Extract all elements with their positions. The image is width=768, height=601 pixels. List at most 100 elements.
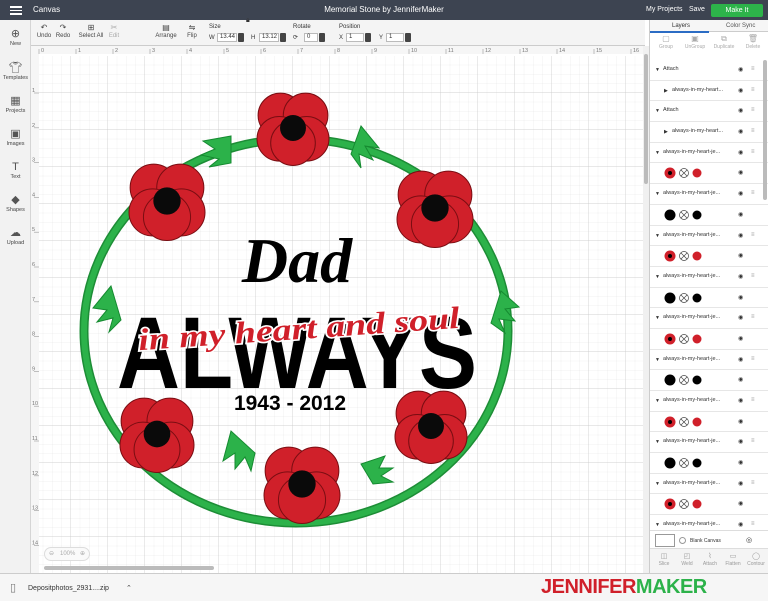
drag-handle-icon[interactable]: ≡	[751, 149, 755, 155]
group-button[interactable]: ▢ Group	[652, 34, 680, 50]
width-field[interactable]: 13.44	[217, 33, 237, 42]
eye-icon[interactable]: ◉	[738, 521, 743, 528]
drag-handle-icon[interactable]: ≡	[751, 87, 755, 93]
slice-button[interactable]: ◫ Slice	[653, 552, 675, 567]
zoom-in-icon[interactable]: ⊕	[80, 550, 85, 557]
chevron-down-icon[interactable]: ▼	[655, 481, 660, 487]
chevron-down-icon[interactable]: ▼	[655, 439, 660, 445]
canvas-radio[interactable]	[679, 537, 686, 544]
drag-handle-icon[interactable]: ≡	[751, 314, 755, 320]
chevron-down-icon[interactable]: ▼	[655, 357, 660, 363]
drag-handle-icon[interactable]: ≡	[751, 128, 755, 134]
layer-row[interactable]: ▶ always-in-my-heart... ◉ ≡	[650, 122, 768, 143]
design-canvas[interactable]: 01234567891011121314151617 1234567891011…	[31, 46, 643, 573]
sidebar-item-new[interactable]: ⊕ New	[0, 28, 31, 47]
download-filename[interactable]: Depositphotos_2931....zip	[28, 585, 109, 592]
eye-icon[interactable]: ◉	[738, 500, 743, 507]
drag-handle-icon[interactable]: ≡	[751, 232, 755, 238]
drag-handle-icon[interactable]: ≡	[751, 356, 755, 362]
drag-handle-icon[interactable]: ≡	[751, 480, 755, 486]
layer-row[interactable]: ▼ always-in-my-heart-je... ◉ ≡	[650, 391, 768, 412]
chevron-down-icon[interactable]: ▼	[655, 191, 660, 197]
eye-icon[interactable]: ◉	[738, 107, 743, 114]
blank-canvas-row[interactable]: Blank Canvas ◎	[650, 530, 768, 548]
drag-handle-icon[interactable]: ≡	[751, 107, 755, 113]
layer-row[interactable]: ◉	[650, 163, 768, 185]
chevron-down-icon[interactable]: ▼	[655, 150, 660, 156]
lock-icon[interactable]: 🔒︎	[246, 17, 250, 25]
drag-handle-icon[interactable]: ≡	[751, 438, 755, 444]
height-field[interactable]: 13.12	[259, 33, 279, 42]
layer-row[interactable]: ▶ always-in-my-heart... ◉ ≡	[650, 81, 768, 102]
layers-scrollbar[interactable]	[763, 60, 767, 200]
layer-row[interactable]: ▼ always-in-my-heart-je... ◉ ≡	[650, 308, 768, 329]
sidebar-item-upload[interactable]: ☁ Upload	[0, 227, 31, 246]
width-stepper[interactable]	[238, 33, 244, 42]
undo-button[interactable]: ↶ Undo	[36, 23, 52, 39]
edit-menu[interactable]: ✂ Edit	[106, 23, 122, 39]
eye-icon[interactable]: ◉	[738, 252, 743, 259]
attach-button[interactable]: ⌇ Attach	[699, 552, 721, 567]
eye-icon[interactable]: ◉	[738, 273, 743, 280]
layer-row[interactable]: ▼ always-in-my-heart-je... ◉ ≡	[650, 432, 768, 454]
eye-icon[interactable]: ◉	[738, 211, 743, 218]
sidebar-item-shapes[interactable]: ◆ Shapes	[0, 194, 31, 213]
chevron-right-icon[interactable]: ▶	[664, 129, 668, 135]
layer-row[interactable]: ▼ always-in-my-heart-je... ◉ ≡	[650, 267, 768, 288]
chevron-down-icon[interactable]: ▼	[655, 398, 660, 404]
chevron-down-icon[interactable]: ▼	[655, 108, 660, 114]
x-stepper[interactable]	[365, 33, 371, 42]
drag-handle-icon[interactable]: ≡	[751, 273, 755, 279]
layer-row[interactable]: ◉	[650, 412, 768, 433]
sidebar-item-images[interactable]: ▣ Images	[0, 128, 31, 147]
my-projects-link[interactable]: My Projects	[646, 6, 683, 13]
sidebar-item-projects[interactable]: ▦ Projects	[0, 95, 31, 114]
zoom-out-icon[interactable]: ⊖	[49, 550, 54, 557]
flatten-button[interactable]: ▭ Flatten	[722, 552, 744, 567]
chevron-up-icon[interactable]: ⌃	[126, 584, 132, 592]
layer-row[interactable]: ▼ Attach ◉ ≡	[650, 60, 768, 81]
eye-icon[interactable]: ◉	[738, 480, 743, 487]
ungroup-button[interactable]: ▣ UnGroup	[681, 34, 709, 50]
eye-icon[interactable]: ◉	[738, 149, 743, 156]
drag-handle-icon[interactable]: ≡	[751, 521, 755, 527]
y-stepper[interactable]	[405, 33, 411, 42]
sidebar-item-templates[interactable]: 👕︎ Templates	[0, 62, 31, 81]
eye-icon[interactable]: ◉	[738, 335, 743, 342]
eye-icon[interactable]: ◉	[738, 87, 743, 94]
chevron-right-icon[interactable]: ▶	[664, 88, 668, 94]
eye-icon[interactable]: ◉	[738, 438, 743, 445]
canvas-color-swatch[interactable]	[655, 534, 675, 547]
duplicate-button[interactable]: ⧉ Duplicate	[710, 34, 738, 50]
eye-icon[interactable]: ◉	[738, 397, 743, 404]
save-button[interactable]: Save	[689, 6, 705, 13]
eye-icon[interactable]: ◉	[738, 128, 743, 135]
drag-handle-icon[interactable]: ≡	[751, 66, 755, 72]
height-stepper[interactable]	[280, 33, 286, 42]
eye-icon[interactable]: ◉	[738, 459, 743, 466]
chevron-down-icon[interactable]: ▼	[655, 522, 660, 528]
eye-icon[interactable]: ◉	[738, 314, 743, 321]
layer-row[interactable]: ◉	[650, 288, 768, 309]
layer-row[interactable]: ▼ always-in-my-heart-je... ◉ ≡	[650, 350, 768, 371]
eye-icon[interactable]: ◉	[738, 190, 743, 197]
layer-row[interactable]: ▼ always-in-my-heart-je... ◉ ≡	[650, 474, 768, 495]
layer-row[interactable]: ▼ always-in-my-heart-je... ◉ ≡	[650, 184, 768, 205]
layer-row[interactable]: ◉	[650, 494, 768, 516]
layer-row[interactable]: ▼ always-in-my-heart-je... ◉ ≡	[650, 143, 768, 164]
canvas-grid[interactable]: 01234567891011121314151617 1234567891011…	[31, 46, 643, 573]
redo-button[interactable]: ↷ Redo	[55, 23, 71, 39]
chevron-down-icon[interactable]: ▼	[655, 315, 660, 321]
y-field[interactable]: 1	[386, 33, 404, 42]
tab-layers[interactable]: Layers	[672, 23, 690, 29]
eye-icon[interactable]: ◉	[738, 294, 743, 301]
sidebar-item-text[interactable]: T Text	[0, 161, 31, 180]
eye-icon[interactable]: ◉	[738, 418, 743, 425]
eye-icon[interactable]: ◉	[738, 376, 743, 383]
contour-button[interactable]: ◯ Contour	[745, 552, 767, 567]
chevron-down-icon[interactable]: ▼	[655, 233, 660, 239]
chevron-down-icon[interactable]: ▼	[655, 274, 660, 280]
rotate-field[interactable]: 0	[304, 33, 318, 42]
scrollbar-thumb[interactable]	[644, 54, 648, 184]
drag-handle-icon[interactable]: ≡	[751, 190, 755, 196]
